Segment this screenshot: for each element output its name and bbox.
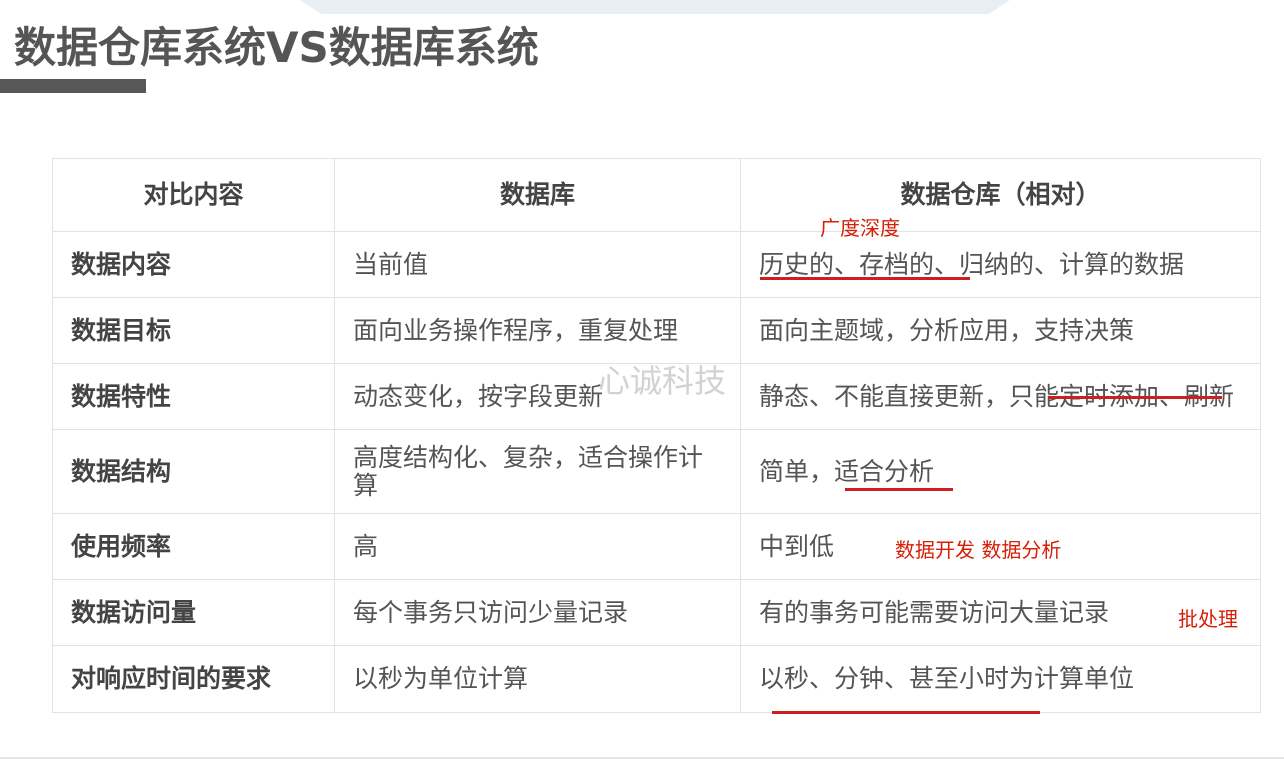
table-row: 数据结构 高度结构化、复杂，适合操作计算 简单，适合分析 <box>52 429 1261 514</box>
database-cell: 高度结构化、复杂，适合操作计算 <box>334 429 741 514</box>
database-cell: 每个事务只访问少量记录 <box>334 579 741 646</box>
red-underline <box>772 711 1040 714</box>
header-cell: 数据库 <box>334 158 741 232</box>
database-cell: 以秒为单位计算 <box>334 645 741 713</box>
annotation-dev-analysis: 数据开发 数据分析 <box>895 538 1062 562</box>
table-row: 对响应时间的要求 以秒为单位计算 以秒、分钟、甚至小时为计算单位 <box>52 645 1261 713</box>
table-header-row: 对比内容 数据库 数据仓库（相对） <box>52 158 1261 232</box>
row-label: 数据特性 <box>52 363 335 430</box>
database-cell: 当前值 <box>334 231 741 298</box>
warehouse-cell: 面向主题域，分析应用，支持决策 <box>740 297 1261 364</box>
table-row: 数据访问量 每个事务只访问少量记录 有的事务可能需要访问大量记录 <box>52 579 1261 646</box>
database-cell: 高 <box>334 513 741 580</box>
title-accent-bar <box>0 79 146 93</box>
row-label: 数据结构 <box>52 429 335 514</box>
decorative-top-shape <box>300 0 1010 14</box>
watermark: 心诚科技 <box>598 362 727 400</box>
warehouse-cell: 以秒、分钟、甚至小时为计算单位 <box>740 645 1261 713</box>
header-cell: 对比内容 <box>52 158 335 232</box>
warehouse-cell: 历史的、存档的、归纳的、计算的数据 <box>740 231 1261 298</box>
database-cell: 面向业务操作程序，重复处理 <box>334 297 741 364</box>
annotation-batch: 批处理 <box>1178 607 1238 631</box>
red-underline <box>760 277 970 280</box>
bottom-divider <box>0 757 1284 759</box>
table-row: 使用频率 高 中到低 <box>52 513 1261 580</box>
red-underline <box>1048 396 1222 399</box>
table-row: 数据内容 当前值 历史的、存档的、归纳的、计算的数据 <box>52 231 1261 298</box>
row-label: 对响应时间的要求 <box>52 645 335 713</box>
table-row: 数据目标 面向业务操作程序，重复处理 面向主题域，分析应用，支持决策 <box>52 297 1261 364</box>
header-cell: 数据仓库（相对） <box>740 158 1261 232</box>
warehouse-cell: 简单，适合分析 <box>740 429 1261 514</box>
row-label: 数据目标 <box>52 297 335 364</box>
row-label: 数据访问量 <box>52 579 335 646</box>
annotation-breadth-depth: 广度深度 <box>820 216 900 240</box>
row-label: 使用频率 <box>52 513 335 580</box>
red-underline <box>845 488 953 491</box>
page-title: 数据仓库系统VS数据库系统 <box>14 23 539 72</box>
row-label: 数据内容 <box>52 231 335 298</box>
comparison-table: 对比内容 数据库 数据仓库（相对） 数据内容 当前值 历史的、存档的、归纳的、计… <box>52 158 1261 713</box>
